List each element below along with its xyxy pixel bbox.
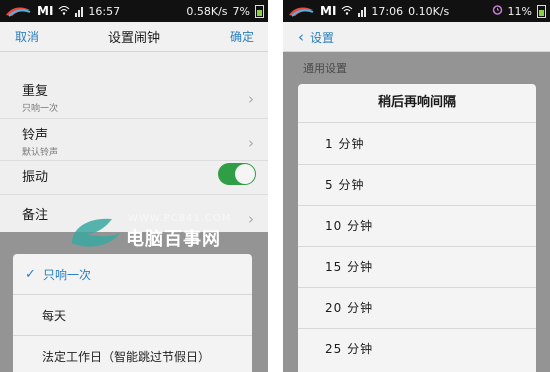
interval-option[interactable]: 1 分钟 [298,124,536,164]
app-logo-icon [4,4,32,18]
chevron-right-icon: › [248,90,254,108]
option-workdays[interactable]: 法定工作日（智能跳过节假日） [13,336,252,372]
dialog-title: 稍后再响间隔 [377,95,456,110]
confirm-button[interactable]: 确定 [230,28,254,45]
repeat-value: 只响一次 [22,104,59,114]
brand-label: MI [37,4,54,18]
watermark-logo-icon [72,218,120,247]
toggle-knob [235,164,255,184]
divider [0,118,268,119]
wifi-icon [341,5,353,18]
ringtone-value: 默认铃声 [22,148,59,158]
chevron-right-icon: › [248,134,254,152]
vibrate-toggle[interactable] [218,163,256,185]
divider [298,122,536,123]
signal-icon [358,5,367,17]
status-bar: MI 16:57 0.58K/s 7% [0,0,268,22]
left-phone-screen: MI 16:57 0.58K/s 7% 取消 设置闹钟 确定 重复 只响一次 ›… [0,0,268,372]
snooze-interval-dialog: 稍后再响间隔 1 分钟 5 分钟 10 分钟 15 分钟 20 分钟 25 分钟 [298,84,536,372]
repeat-row[interactable]: 重复 只响一次 › [0,80,268,114]
signal-icon [75,5,84,17]
interval-option[interactable]: 10 分钟 [298,206,536,246]
net-speed: 0.58K/s [186,4,228,18]
cancel-button[interactable]: 取消 [15,28,39,45]
watermark-text: 电脑百事网 [126,229,221,250]
status-time: 16:57 [88,4,121,18]
interval-option[interactable]: 15 分钟 [298,247,536,287]
chevron-right-icon: › [248,210,254,228]
back-button[interactable]: ‹ 设置 [298,28,334,46]
battery-icon [255,4,264,18]
status-time: 17:06 [371,4,404,18]
battery-icon [537,4,546,18]
divider [0,194,268,195]
check-icon: ✓ [25,266,36,282]
battery-percent: 7% [232,4,250,18]
interval-option[interactable]: 20 分钟 [298,288,536,328]
option-label: 只响一次 [43,267,92,282]
brand-label: MI [320,4,337,18]
option-label: 每天 [42,308,67,323]
watermark: WWW.PC841.COM 电脑百事网 [68,213,238,250]
wifi-icon [58,5,70,18]
vibrate-row: 振动 [0,160,268,192]
status-bar: MI 17:06 0.10K/s 11% [283,0,550,22]
ringtone-row[interactable]: 铃声 默认铃声 › [0,124,268,158]
watermark-url: WWW.PC841.COM [128,213,232,224]
app-logo-icon [287,4,315,18]
chevron-left-icon: ‹ [298,27,304,46]
interval-option[interactable]: 5 分钟 [298,165,536,205]
title-bar: 取消 设置闹钟 确定 [0,22,268,52]
option-label: 法定工作日（智能跳过节假日） [42,349,211,364]
option-daily[interactable]: 每天 [13,295,252,335]
back-label: 设置 [310,30,335,45]
repeat-options-sheet: ✓ 只响一次 每天 法定工作日（智能跳过节假日） [13,254,252,372]
title-bar: ‹ 设置 [283,22,550,52]
alarm-status-icon [492,4,503,18]
repeat-label: 重复 [22,84,49,99]
battery-percent: 11% [507,4,532,18]
option-once[interactable]: ✓ 只响一次 [13,254,252,294]
net-speed: 0.10K/s [408,4,450,18]
right-phone-screen: MI 17:06 0.10K/s 11% ‹ 设置 通用设置 稍后再响间隔 1 分… [283,0,550,372]
ringtone-label: 铃声 [22,128,49,143]
page-title: 设置闹钟 [107,31,160,46]
interval-option[interactable]: 25 分钟 [298,329,536,369]
